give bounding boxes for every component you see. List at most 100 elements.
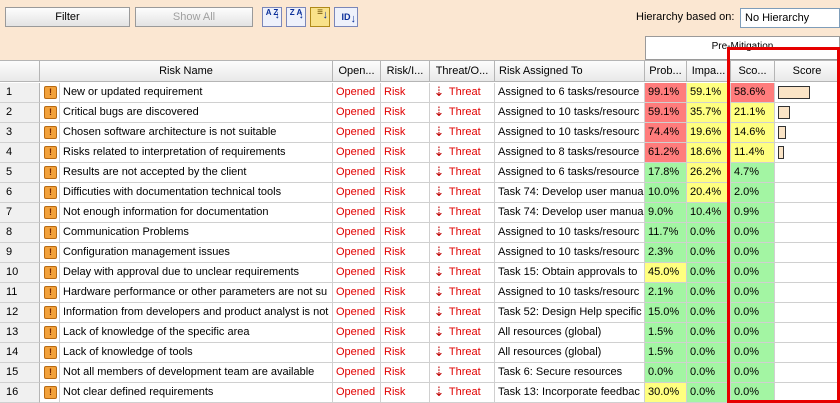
risk-name[interactable]: Risks related to interpretation of requi… bbox=[60, 143, 333, 163]
risk-assigned-to[interactable]: All resources (global) bbox=[495, 323, 645, 343]
risk-name[interactable]: Not enough information for documentation bbox=[60, 203, 333, 223]
risk-type[interactable]: Risk bbox=[381, 123, 430, 143]
column-header-threat[interactable]: Threat/O... bbox=[430, 60, 495, 82]
risk-status[interactable]: Opened bbox=[333, 323, 381, 343]
column-header-assigned[interactable]: Risk Assigned To bbox=[495, 60, 645, 82]
table-row[interactable]: 12! Information from developers and produ… bbox=[0, 303, 840, 323]
risk-assigned-to[interactable]: Assigned to 10 tasks/resourc bbox=[495, 283, 645, 303]
risk-assigned-to[interactable]: Task 74: Develop user manua bbox=[495, 183, 645, 203]
risk-status[interactable]: Opened bbox=[333, 303, 381, 323]
risk-assigned-to[interactable]: Task 13: Incorporate feedbac bbox=[495, 383, 645, 403]
threat-cell[interactable]: ⇣ Threat bbox=[430, 283, 495, 303]
table-row[interactable]: 2! Critical bugs are discovered Opened Risk… bbox=[0, 103, 840, 123]
risk-assigned-to[interactable]: All resources (global) bbox=[495, 343, 645, 363]
risk-status[interactable]: Opened bbox=[333, 123, 381, 143]
column-header-probability[interactable]: Prob... bbox=[645, 60, 687, 82]
risk-assigned-to[interactable]: Assigned to 6 tasks/resource bbox=[495, 83, 645, 103]
risk-name[interactable]: New or updated requirement bbox=[60, 83, 333, 103]
risk-type[interactable]: Risk bbox=[381, 283, 430, 303]
risk-name[interactable]: Configuration management issues bbox=[60, 243, 333, 263]
column-header-opened[interactable]: Open... bbox=[333, 60, 381, 82]
filter-button[interactable]: Filter bbox=[5, 7, 130, 27]
risk-name[interactable]: Not clear defined requirements bbox=[60, 383, 333, 403]
risk-assigned-to[interactable]: Assigned to 10 tasks/resourc bbox=[495, 103, 645, 123]
risk-name[interactable]: Critical bugs are discovered bbox=[60, 103, 333, 123]
risk-assigned-to[interactable]: Task 74: Develop user manua bbox=[495, 203, 645, 223]
risk-status[interactable]: Opened bbox=[333, 263, 381, 283]
risk-type[interactable]: Risk bbox=[381, 323, 430, 343]
risk-type[interactable]: Risk bbox=[381, 243, 430, 263]
hierarchy-select[interactable]: No Hierarchy bbox=[740, 8, 840, 28]
table-row[interactable]: 16! Not clear defined requirements Opened R… bbox=[0, 383, 840, 403]
table-row[interactable]: 5! Results are not accepted by the client… bbox=[0, 163, 840, 183]
sort-by-id-button[interactable]: ID ↓ bbox=[334, 7, 358, 27]
risk-name[interactable]: Information from developers and product … bbox=[60, 303, 333, 323]
column-header-risk-name[interactable]: Risk Name bbox=[40, 60, 333, 82]
risk-status[interactable]: Opened bbox=[333, 243, 381, 263]
risk-assigned-to[interactable]: Task 15: Obtain approvals to bbox=[495, 263, 645, 283]
risk-name[interactable]: Not all members of development team are … bbox=[60, 363, 333, 383]
risk-status[interactable]: Opened bbox=[333, 103, 381, 123]
column-header-impact[interactable]: Impa... bbox=[687, 60, 731, 82]
risk-assigned-to[interactable]: Assigned to 10 tasks/resourc bbox=[495, 223, 645, 243]
threat-cell[interactable]: ⇣ Threat bbox=[430, 163, 495, 183]
threat-cell[interactable]: ⇣ Threat bbox=[430, 103, 495, 123]
threat-cell[interactable]: ⇣ Threat bbox=[430, 183, 495, 203]
risk-status[interactable]: Opened bbox=[333, 363, 381, 383]
table-row[interactable]: 7! Not enough information for documentati… bbox=[0, 203, 840, 223]
table-row[interactable]: 9! Configuration management issues Opened R… bbox=[0, 243, 840, 263]
risk-type[interactable]: Risk bbox=[381, 343, 430, 363]
risk-name[interactable]: Lack of knowledge of tools bbox=[60, 343, 333, 363]
risk-type[interactable]: Risk bbox=[381, 143, 430, 163]
threat-cell[interactable]: ⇣ Threat bbox=[430, 143, 495, 163]
table-row[interactable]: 3! Chosen software architecture is not su… bbox=[0, 123, 840, 143]
sort-descending-button[interactable]: Z A ↓ bbox=[286, 7, 306, 27]
risk-status[interactable]: Opened bbox=[333, 343, 381, 363]
risk-type[interactable]: Risk bbox=[381, 223, 430, 243]
risk-status[interactable]: Opened bbox=[333, 203, 381, 223]
table-row[interactable]: 15! Not all members of development team a… bbox=[0, 363, 840, 383]
risk-assigned-to[interactable]: Assigned to 8 tasks/resource bbox=[495, 143, 645, 163]
column-header-risk-issue[interactable]: Risk/I... bbox=[381, 60, 430, 82]
risk-assigned-to[interactable]: Task 6: Secure resources bbox=[495, 363, 645, 383]
risk-name[interactable]: Hardware performance or other parameters… bbox=[60, 283, 333, 303]
table-row[interactable]: 6! Difficuties with documentation technic… bbox=[0, 183, 840, 203]
table-row[interactable]: 13! Lack of knowledge of the specific are… bbox=[0, 323, 840, 343]
threat-cell[interactable]: ⇣ Threat bbox=[430, 83, 495, 103]
sort-by-score-button[interactable]: ≡ ↓ bbox=[310, 7, 330, 27]
threat-cell[interactable]: ⇣ Threat bbox=[430, 223, 495, 243]
threat-cell[interactable]: ⇣ Threat bbox=[430, 323, 495, 343]
table-row[interactable]: 4! Risks related to interpretation of req… bbox=[0, 143, 840, 163]
risk-type[interactable]: Risk bbox=[381, 203, 430, 223]
threat-cell[interactable]: ⇣ Threat bbox=[430, 363, 495, 383]
risk-name[interactable]: Results are not accepted by the client bbox=[60, 163, 333, 183]
risk-status[interactable]: Opened bbox=[333, 283, 381, 303]
risk-type[interactable]: Risk bbox=[381, 83, 430, 103]
risk-name[interactable]: Difficuties with documentation technical… bbox=[60, 183, 333, 203]
table-row[interactable]: 10! Delay with approval due to unclear re… bbox=[0, 263, 840, 283]
table-row[interactable]: 1! New or updated requirement Opened Risk ⇣ … bbox=[0, 83, 840, 103]
risk-assigned-to[interactable]: Assigned to 10 tasks/resourc bbox=[495, 123, 645, 143]
risk-type[interactable]: Risk bbox=[381, 383, 430, 403]
threat-cell[interactable]: ⇣ Threat bbox=[430, 303, 495, 323]
show-all-button[interactable]: Show All bbox=[135, 7, 253, 27]
risk-assigned-to[interactable]: Task 52: Design Help specific bbox=[495, 303, 645, 323]
risk-name[interactable]: Communication Problems bbox=[60, 223, 333, 243]
table-row[interactable]: 8! Communication Problems Opened Risk ⇣ Thre… bbox=[0, 223, 840, 243]
threat-cell[interactable]: ⇣ Threat bbox=[430, 123, 495, 143]
risk-type[interactable]: Risk bbox=[381, 163, 430, 183]
risk-assigned-to[interactable]: Assigned to 6 tasks/resource bbox=[495, 163, 645, 183]
threat-cell[interactable]: ⇣ Threat bbox=[430, 203, 495, 223]
risk-status[interactable]: Opened bbox=[333, 383, 381, 403]
risk-status[interactable]: Opened bbox=[333, 163, 381, 183]
risk-type[interactable]: Risk bbox=[381, 183, 430, 203]
risk-status[interactable]: Opened bbox=[333, 223, 381, 243]
table-row[interactable]: 14! Lack of knowledge of tools Opened Risk ⇣… bbox=[0, 343, 840, 363]
risk-status[interactable]: Opened bbox=[333, 83, 381, 103]
sort-ascending-button[interactable]: A Z ↓ bbox=[262, 7, 282, 27]
threat-cell[interactable]: ⇣ Threat bbox=[430, 343, 495, 363]
table-row[interactable]: 11! Hardware performance or other paramet… bbox=[0, 283, 840, 303]
risk-status[interactable]: Opened bbox=[333, 143, 381, 163]
risk-type[interactable]: Risk bbox=[381, 103, 430, 123]
risk-type[interactable]: Risk bbox=[381, 363, 430, 383]
